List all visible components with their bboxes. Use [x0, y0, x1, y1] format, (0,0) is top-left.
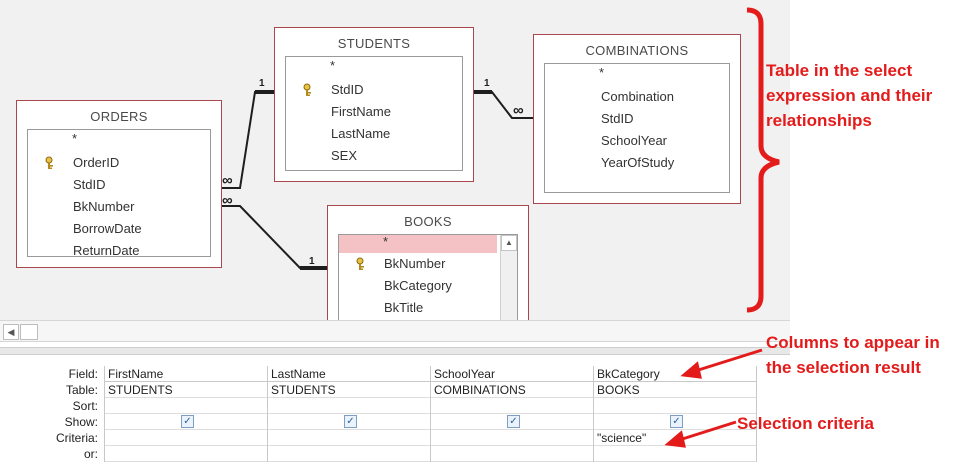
field-bknumber[interactable]: BkNumber	[28, 196, 210, 218]
field-bktitle[interactable]: BkTitle	[339, 297, 517, 319]
row-label-field: Field:	[68, 367, 98, 381]
field-sex[interactable]: SEX	[286, 145, 462, 167]
field-combination[interactable]: Combination	[547, 86, 729, 108]
show-checkbox[interactable]: ✓	[507, 415, 520, 428]
row-label-sort: Sort:	[72, 399, 98, 413]
field-lastname[interactable]: LastName	[286, 123, 462, 145]
field-items: * Combination StdID SchoolYear YearOfStu…	[547, 64, 729, 174]
table-title: COMBINATIONS	[585, 43, 689, 58]
grid-column-4: BkCategory BOOKS ✓ "science"	[593, 366, 756, 462]
scroll-up-arrow-icon[interactable]: ▲	[501, 235, 517, 251]
field-bkcategory[interactable]: BkCategory	[339, 275, 517, 297]
table-cell[interactable]: BOOKS	[594, 382, 756, 398]
sort-cell[interactable]	[105, 398, 267, 414]
table-combinations[interactable]: COMBINATIONS * Combination StdID SchoolY…	[533, 34, 741, 204]
field-list: * BkNumber BkCategory BkTitle ▲	[338, 234, 518, 332]
row-label-criteria: Criteria:	[55, 431, 98, 445]
tables-caption: Table in the select expression and their…	[766, 61, 933, 130]
show-cell: ✓	[431, 414, 593, 430]
table-cell[interactable]: STUDENTS	[105, 382, 267, 398]
field-yearofstudy[interactable]: YearOfStudy	[547, 152, 729, 174]
table-title: BOOKS	[404, 214, 452, 229]
field-returndate[interactable]: ReturnDate	[28, 240, 210, 256]
row-labels: Field: Table: Sort: Show: Criteria: or:	[0, 366, 98, 462]
many-label-orders-books: ∞	[222, 192, 233, 209]
criteria-caption: Selection criteria	[737, 414, 875, 433]
field-cell[interactable]: FirstName	[105, 366, 267, 382]
table-cell[interactable]: STUDENTS	[268, 382, 430, 398]
field-list: * OrderID StdID BkNumber BorrowDate Retu…	[27, 129, 211, 257]
field-items: * OrderID StdID BkNumber BorrowDate Retu…	[28, 130, 210, 256]
table-cell[interactable]: COMBINATIONS	[431, 382, 593, 398]
or-cell[interactable]	[594, 446, 756, 462]
row-label-or: or:	[83, 447, 98, 461]
pane-splitter[interactable]	[0, 347, 790, 355]
key-icon	[303, 83, 311, 96]
students-combinations-line	[472, 91, 533, 119]
or-cell[interactable]	[431, 446, 593, 462]
field-all[interactable]: *	[286, 57, 462, 79]
query-design-diagram: 1 ∞ 1 ∞ ∞ 1 ORDERS * OrderID StdID BkNum…	[0, 0, 790, 332]
key-icon	[45, 156, 53, 169]
show-cell: ✓	[268, 414, 430, 430]
key-icon	[356, 257, 364, 270]
one-label-books: 1	[309, 256, 315, 267]
books-vertical-scrollbar[interactable]: ▲	[500, 235, 517, 332]
criteria-cell[interactable]	[431, 430, 593, 446]
bracket-icon	[746, 7, 780, 313]
one-label-students: 1	[259, 78, 265, 89]
show-checkbox[interactable]: ✓	[181, 415, 194, 428]
field-firstname[interactable]: FirstName	[286, 101, 462, 123]
show-checkbox[interactable]: ✓	[670, 415, 683, 428]
grid-column-3: SchoolYear COMBINATIONS ✓	[430, 366, 593, 462]
field-orderid[interactable]: OrderID	[28, 152, 210, 174]
table-title: ORDERS	[90, 109, 148, 124]
field-cell[interactable]: BkCategory	[594, 366, 756, 382]
criteria-cell[interactable]	[105, 430, 267, 446]
sort-cell[interactable]	[594, 398, 756, 414]
field-list: * StdID FirstName LastName SEX	[285, 56, 463, 171]
diagram-horizontal-scrollbar[interactable]: ◀	[0, 320, 790, 342]
sort-cell[interactable]	[268, 398, 430, 414]
show-cell: ✓	[105, 414, 267, 430]
field-cell[interactable]: SchoolYear	[431, 366, 593, 382]
show-checkbox[interactable]: ✓	[344, 415, 357, 428]
row-label-show: Show:	[64, 415, 98, 429]
grid-column-2: LastName STUDENTS ✓	[267, 366, 430, 462]
field-all[interactable]: *	[339, 235, 497, 253]
row-label-table: Table:	[65, 383, 98, 397]
scroll-left-arrow-icon[interactable]: ◀	[3, 324, 19, 340]
field-items: * StdID FirstName LastName SEX	[286, 57, 462, 167]
field-all[interactable]: *	[28, 130, 210, 152]
table-orders[interactable]: ORDERS * OrderID StdID BkNumber BorrowDa…	[16, 100, 222, 268]
criteria-cell[interactable]	[268, 430, 430, 446]
many-label-combinations: ∞	[513, 102, 524, 119]
table-students[interactable]: STUDENTS * StdID FirstName LastName SEX	[274, 27, 474, 182]
field-stdid[interactable]: StdID	[28, 174, 210, 196]
columns-caption: Columns to appear in the selection resul…	[766, 333, 940, 377]
field-cell[interactable]: LastName	[268, 366, 430, 382]
field-schoolyear[interactable]: SchoolYear	[547, 130, 729, 152]
field-borrowdate[interactable]: BorrowDate	[28, 218, 210, 240]
one-label-combinations-side: 1	[484, 78, 490, 89]
sort-cell[interactable]	[431, 398, 593, 414]
scroll-thumb[interactable]	[20, 324, 38, 340]
field-list: * Combination StdID SchoolYear YearOfStu…	[544, 63, 730, 193]
table-books[interactable]: BOOKS * BkNumber BkCategory BkTitle ▲	[327, 205, 529, 332]
grid-column-1: FirstName STUDENTS ✓	[104, 366, 267, 462]
field-bknumber[interactable]: BkNumber	[339, 253, 517, 275]
criteria-cell[interactable]: "science"	[594, 430, 756, 446]
many-label-orders-students: ∞	[222, 172, 233, 189]
or-cell[interactable]	[105, 446, 267, 462]
field-all[interactable]: *	[547, 64, 729, 86]
field-stdid[interactable]: StdID	[547, 108, 729, 130]
field-stdid[interactable]: StdID	[286, 79, 462, 101]
table-title: STUDENTS	[337, 36, 411, 51]
or-cell[interactable]	[268, 446, 430, 462]
field-items: * BkNumber BkCategory BkTitle	[339, 235, 517, 319]
show-cell: ✓	[594, 414, 756, 430]
